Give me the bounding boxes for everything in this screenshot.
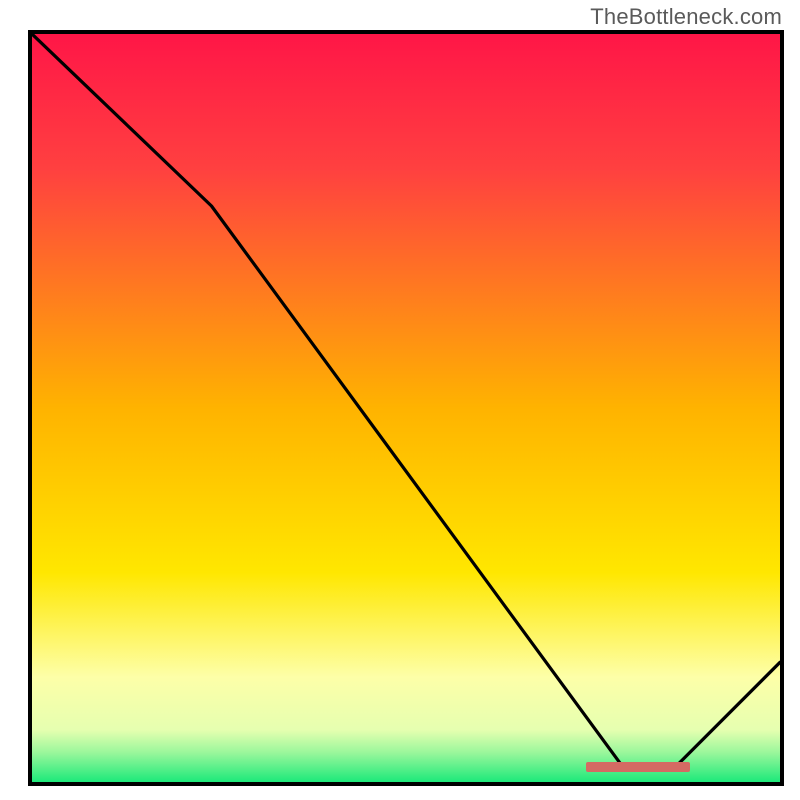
highlight-bar [586, 762, 691, 772]
bottleneck-curve [32, 34, 780, 767]
chart-container: TheBottleneck.com [0, 0, 800, 800]
plot-area [28, 30, 784, 786]
curve-svg [32, 34, 780, 782]
watermark-label: TheBottleneck.com [590, 4, 782, 30]
